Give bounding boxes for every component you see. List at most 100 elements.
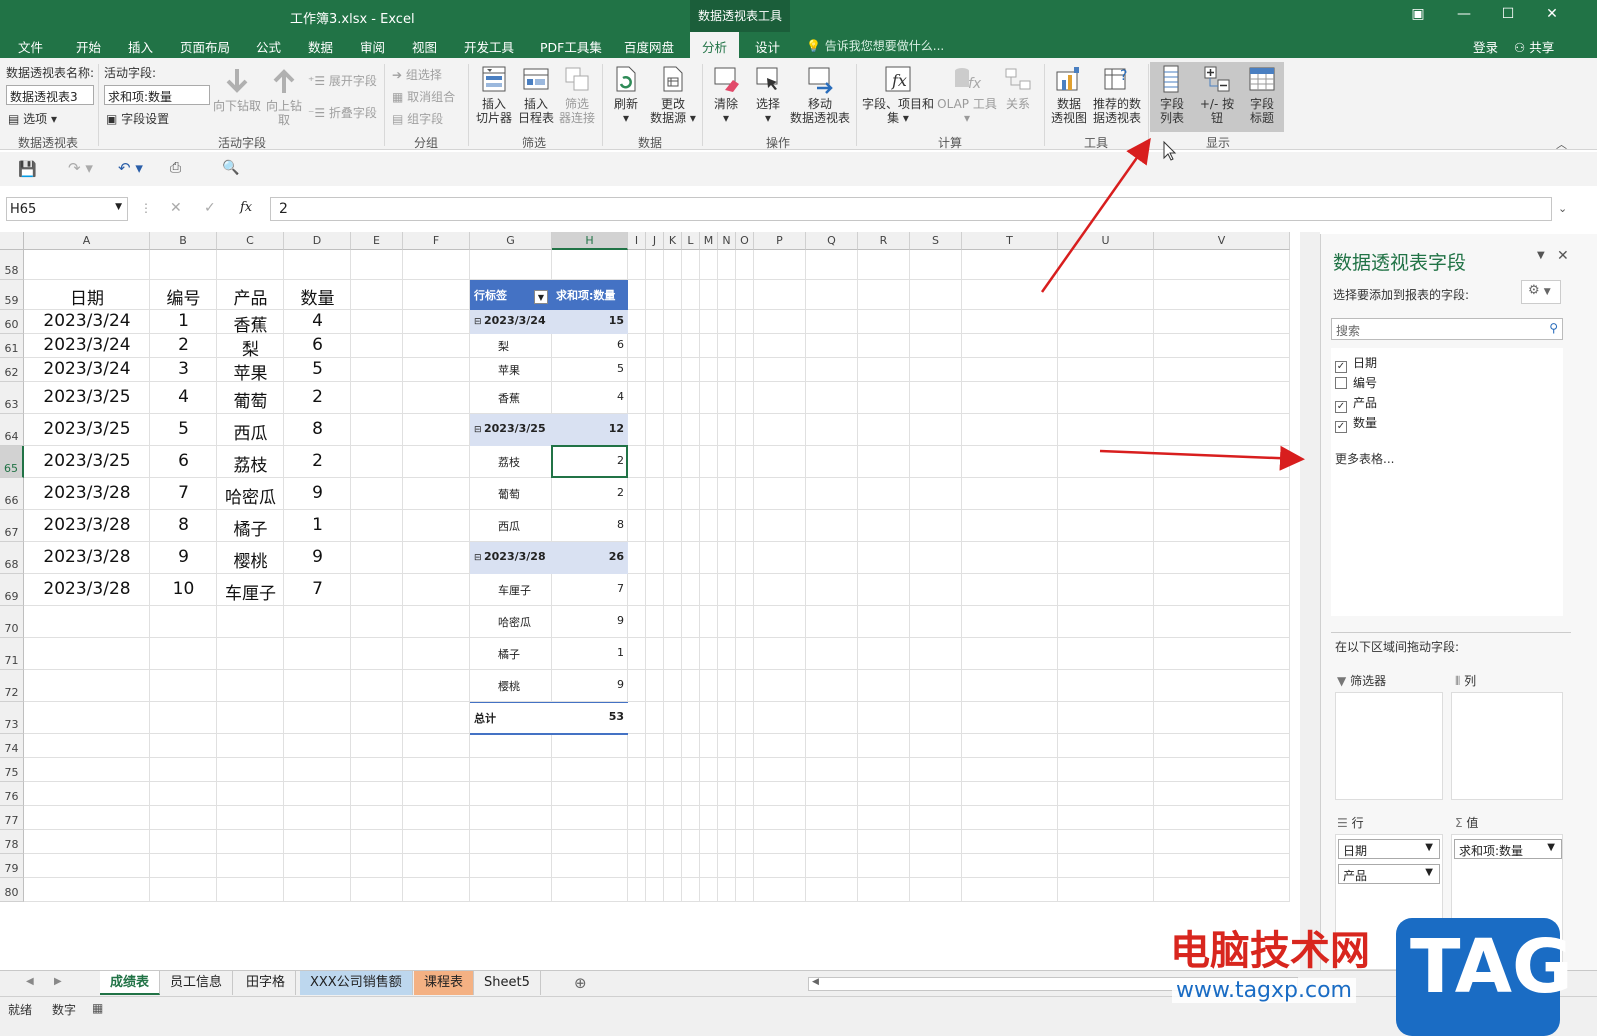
- sheet-tab[interactable]: 员工信息: [160, 971, 234, 995]
- table-cell[interactable]: 樱桃: [217, 547, 284, 572]
- minimize-icon[interactable]: —: [1454, 6, 1474, 22]
- row-header[interactable]: 77: [0, 806, 24, 830]
- table-cell[interactable]: 10: [150, 579, 217, 599]
- ungroup-button[interactable]: ▦ 取消组合: [392, 88, 455, 105]
- pivot-item-label[interactable]: 香蕉: [498, 390, 558, 406]
- pivot-group-label[interactable]: 2023/3/28: [484, 550, 554, 563]
- checkbox-icon[interactable]: [1335, 377, 1347, 389]
- table-cell[interactable]: 9: [284, 483, 351, 503]
- row-header[interactable]: 76: [0, 782, 24, 806]
- pivot-item-value[interactable]: 4: [552, 390, 624, 403]
- row-header[interactable]: 73: [0, 702, 24, 734]
- column-header[interactable]: Q: [806, 232, 858, 250]
- pivot-group-total[interactable]: 15: [552, 314, 624, 327]
- row-header[interactable]: 78: [0, 830, 24, 854]
- move-pivot-button[interactable]: 移动 数据透视表: [788, 64, 852, 125]
- scroll-left-icon[interactable]: ◀: [812, 977, 819, 987]
- pivot-item-value[interactable]: 9: [552, 678, 624, 691]
- field-item[interactable]: ✓ 日期: [1335, 354, 1377, 373]
- tools-gear-button[interactable]: ⚙ ▼: [1521, 280, 1561, 304]
- tab-page-layout[interactable]: 页面布局: [180, 37, 230, 56]
- name-box[interactable]: H65 ▼: [6, 197, 128, 221]
- tab-design[interactable]: 设计: [755, 37, 780, 56]
- sheet-tab[interactable]: 课程表: [414, 971, 475, 995]
- tab-pdf-tools[interactable]: PDF工具集: [540, 37, 602, 56]
- row-field-product[interactable]: 产品 ▼: [1338, 864, 1440, 884]
- table-cell[interactable]: 苹果: [217, 359, 284, 384]
- table-cell[interactable]: 5: [284, 359, 351, 379]
- field-item[interactable]: 编号: [1335, 374, 1377, 391]
- more-tables-link[interactable]: 更多表格...: [1335, 450, 1394, 467]
- column-header[interactable]: E: [351, 232, 403, 250]
- collapse-minus-icon[interactable]: ⊟: [474, 425, 482, 435]
- table-cell[interactable]: 2023/3/24: [24, 359, 150, 379]
- table-cell[interactable]: 2023/3/24: [24, 335, 150, 355]
- collapse-ribbon-icon[interactable]: ︿: [1556, 136, 1567, 152]
- table-cell[interactable]: 4: [150, 387, 217, 407]
- table-cell[interactable]: 橘子: [217, 515, 284, 540]
- zoom-preview-icon[interactable]: 🔍: [222, 160, 239, 176]
- select-all-corner[interactable]: [0, 232, 24, 250]
- column-header[interactable]: O: [736, 232, 754, 250]
- table-cell[interactable]: 梨: [217, 335, 284, 360]
- pivot-grand-total-label[interactable]: 总计: [474, 710, 534, 726]
- column-header[interactable]: S: [910, 232, 962, 250]
- row-header[interactable]: 72: [0, 670, 24, 702]
- group-selection-button[interactable]: ➔ 组选择: [392, 66, 442, 83]
- tab-insert[interactable]: 插入: [128, 37, 153, 56]
- tab-home[interactable]: 开始: [76, 37, 101, 56]
- row-header[interactable]: 74: [0, 734, 24, 758]
- chevron-down-icon[interactable]: ▼: [1425, 867, 1433, 878]
- field-list-button[interactable]: 字段 列表: [1152, 64, 1192, 125]
- row-header[interactable]: 66: [0, 478, 24, 510]
- column-header[interactable]: P: [754, 232, 806, 250]
- value-field-sum-qty[interactable]: 求和项:数量 ▼: [1454, 839, 1562, 859]
- tab-baidu-netdisk[interactable]: 百度网盘: [624, 37, 674, 56]
- table-cell[interactable]: 2023/3/28: [24, 547, 150, 567]
- sheet-tab[interactable]: Sheet5: [474, 971, 541, 995]
- row-header[interactable]: 62: [0, 358, 24, 382]
- pane-options-icon[interactable]: ▼: [1537, 250, 1545, 261]
- table-cell[interactable]: 7: [150, 483, 217, 503]
- macro-record-icon[interactable]: ▦: [92, 1001, 103, 1015]
- pivot-group-label[interactable]: 2023/3/25: [484, 422, 554, 435]
- pivot-group-total[interactable]: 12: [552, 422, 624, 435]
- row-header[interactable]: 63: [0, 382, 24, 414]
- formula-input[interactable]: 2: [270, 197, 1552, 221]
- prev-sheet-icon[interactable]: ◀: [26, 976, 34, 987]
- table-cell[interactable]: 8: [284, 419, 351, 439]
- table-cell[interactable]: 2: [284, 387, 351, 407]
- drill-down-button[interactable]: 向下钻取: [212, 66, 262, 113]
- pivot-item-value[interactable]: 8: [552, 518, 624, 531]
- row-header[interactable]: 60: [0, 310, 24, 334]
- table-cell[interactable]: 4: [284, 311, 351, 331]
- row-header[interactable]: 75: [0, 758, 24, 782]
- row-header[interactable]: 71: [0, 638, 24, 670]
- olap-tools-button[interactable]: fx OLAP 工具 ▾: [936, 64, 998, 125]
- save-icon[interactable]: 💾: [18, 160, 37, 178]
- column-header[interactable]: H: [552, 232, 628, 250]
- change-source-button[interactable]: 更改 数据源 ▾: [648, 64, 698, 125]
- chevron-down-icon[interactable]: ▼: [1547, 842, 1555, 853]
- print-preview-icon[interactable]: ⎙: [170, 160, 181, 176]
- table-cell[interactable]: 3: [150, 359, 217, 379]
- checkbox-checked-icon[interactable]: ✓: [1335, 401, 1347, 413]
- table-header-cell[interactable]: 数量: [284, 284, 351, 309]
- table-cell[interactable]: 西瓜: [217, 419, 284, 444]
- row-header[interactable]: 59: [0, 280, 24, 310]
- row-header[interactable]: 65: [0, 446, 24, 478]
- table-header-cell[interactable]: 编号: [150, 284, 217, 309]
- pivot-item-label[interactable]: 哈密瓜: [498, 614, 558, 630]
- enter-check-icon[interactable]: ✓: [204, 200, 216, 216]
- share-button[interactable]: ⚇ 共享: [1514, 37, 1554, 56]
- table-cell[interactable]: 1: [284, 515, 351, 535]
- table-cell[interactable]: 1: [150, 311, 217, 331]
- insert-function-icon[interactable]: fx: [240, 200, 252, 215]
- collapse-minus-icon[interactable]: ⊟: [474, 553, 482, 563]
- redo-icon[interactable]: ↷ ▾: [68, 159, 93, 177]
- table-cell[interactable]: 6: [150, 451, 217, 471]
- tab-formulas[interactable]: 公式: [256, 37, 281, 56]
- row-header[interactable]: 64: [0, 414, 24, 446]
- table-cell[interactable]: 2023/3/25: [24, 451, 150, 471]
- insert-timeline-button[interactable]: 插入 日程表: [516, 64, 556, 125]
